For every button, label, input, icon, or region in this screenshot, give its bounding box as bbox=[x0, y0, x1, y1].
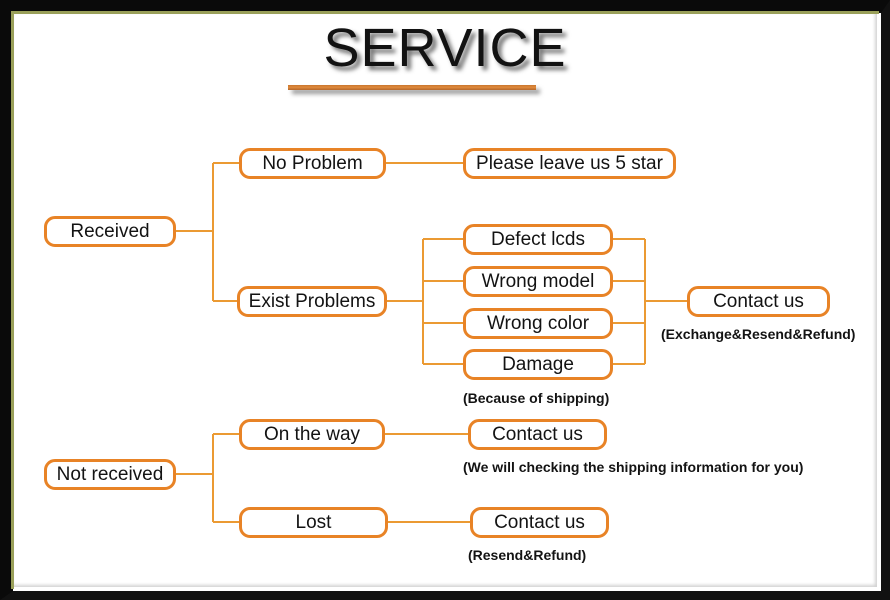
node-lost[interactable]: Lost bbox=[239, 507, 388, 538]
node-not-received-label: Not received bbox=[56, 463, 164, 485]
node-wrong-color-label: Wrong color bbox=[486, 312, 590, 334]
node-wrong-color[interactable]: Wrong color bbox=[463, 308, 613, 339]
note-exchange-resend-refund: (Exchange&Resend&Refund) bbox=[661, 326, 856, 342]
node-please-leave-5-star-label: Please leave us 5 star bbox=[476, 152, 663, 174]
note-because-of-shipping: (Because of shipping) bbox=[463, 390, 610, 406]
node-wrong-model[interactable]: Wrong model bbox=[463, 266, 613, 297]
node-contact-us-problems-label: Contact us bbox=[713, 290, 804, 312]
node-no-problem[interactable]: No Problem bbox=[239, 148, 386, 179]
title-underline-rule bbox=[288, 85, 536, 90]
node-wrong-model-label: Wrong model bbox=[481, 270, 595, 292]
node-on-the-way[interactable]: On the way bbox=[239, 419, 385, 450]
node-exist-problems-label: Exist Problems bbox=[248, 290, 376, 312]
node-not-received[interactable]: Not received bbox=[44, 459, 176, 490]
node-on-the-way-label: On the way bbox=[263, 423, 361, 445]
node-please-leave-5-star[interactable]: Please leave us 5 star bbox=[463, 148, 676, 179]
page-title-text: SERVICE bbox=[323, 18, 567, 78]
node-damage-label: Damage bbox=[502, 353, 574, 375]
node-exist-problems[interactable]: Exist Problems bbox=[237, 286, 387, 317]
node-defect-lcds-label: Defect lcds bbox=[491, 228, 585, 250]
node-defect-lcds[interactable]: Defect lcds bbox=[463, 224, 613, 255]
node-contact-us-problems[interactable]: Contact us bbox=[687, 286, 830, 317]
note-checking-shipping-info: (We will checking the shipping informati… bbox=[463, 459, 804, 475]
service-flowchart-page: SERVICE Received No Problem Exist Proble… bbox=[0, 0, 890, 600]
node-contact-us-lost-label: Contact us bbox=[494, 511, 585, 533]
node-contact-us-on-the-way-label: Contact us bbox=[492, 423, 583, 445]
node-lost-label: Lost bbox=[295, 511, 332, 533]
page-title: SERVICE bbox=[0, 20, 890, 77]
note-resend-refund: (Resend&Refund) bbox=[468, 547, 587, 563]
node-received[interactable]: Received bbox=[44, 216, 176, 247]
node-no-problem-label: No Problem bbox=[262, 152, 363, 174]
node-damage[interactable]: Damage bbox=[463, 349, 613, 380]
node-contact-us-lost[interactable]: Contact us bbox=[470, 507, 609, 538]
node-received-label: Received bbox=[70, 220, 150, 242]
node-contact-us-on-the-way[interactable]: Contact us bbox=[468, 419, 607, 450]
